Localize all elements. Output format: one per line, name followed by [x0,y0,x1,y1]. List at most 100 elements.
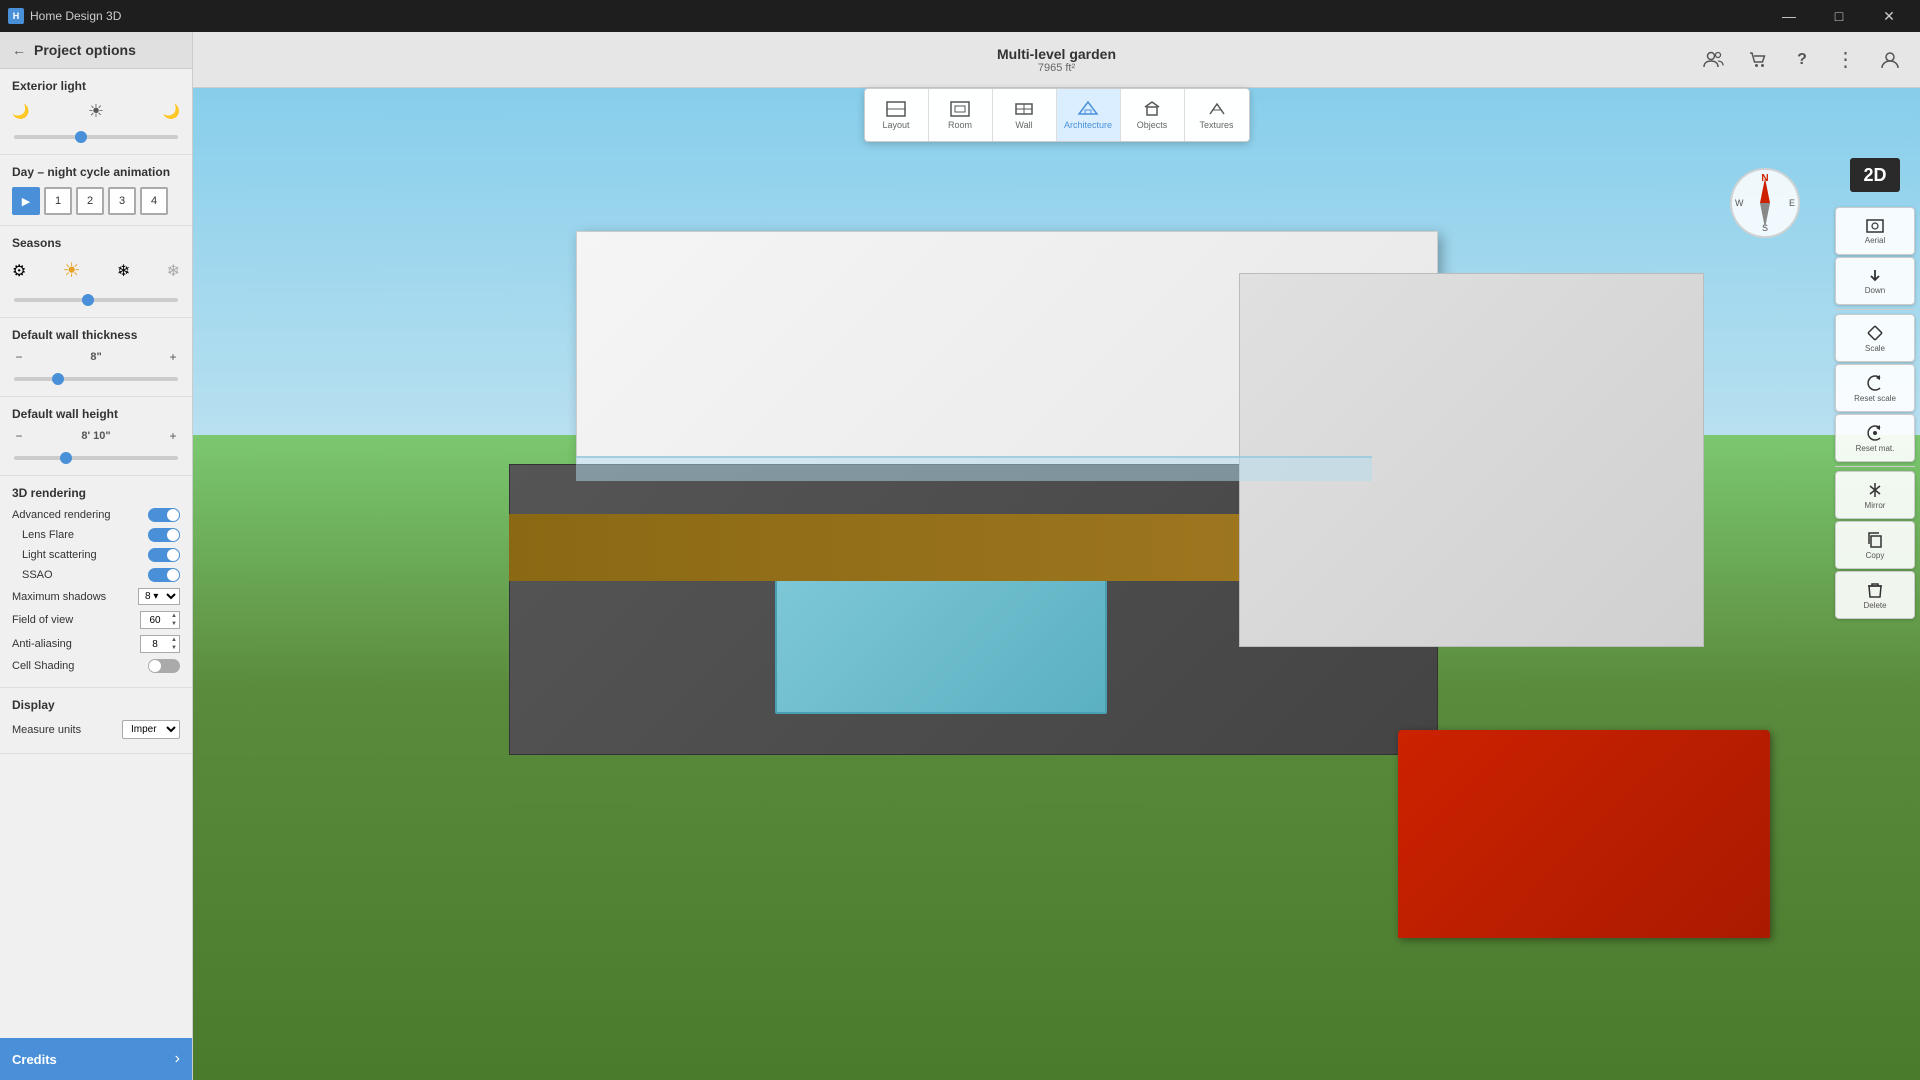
nav-btn-room[interactable]: Room [929,89,993,141]
seasons-slider-container[interactable] [12,289,180,307]
lens-flare-toggle[interactable] [148,528,180,542]
right-panel-divider-1 [1835,309,1915,310]
aa-up[interactable]: ▲ [169,636,179,644]
down-icon [1866,268,1884,284]
app-icon: H [8,8,24,24]
scale-button[interactable]: Scale [1835,314,1915,362]
season-icon-0[interactable]: ⚙ [12,261,26,281]
display-section: Display Measure units Imper Metric [0,688,192,754]
reset-mat-icon [1866,424,1884,442]
fov-down[interactable]: ▼ [169,620,179,628]
cycle-btn-0[interactable]: ▶ [12,187,40,215]
measure-units-row: Measure units Imper Metric [12,720,180,739]
anti-aliasing-row: Anti-aliasing ▲ ▼ [12,635,180,653]
season-icon-1[interactable]: ☀ [63,258,81,283]
reset-mat-button[interactable]: Reset mat. [1835,414,1915,462]
more-icon-btn[interactable]: ⋮ [1828,42,1864,78]
reset-scale-icon [1866,374,1884,392]
minimize-button[interactable]: — [1766,0,1812,32]
account-icon [1880,50,1900,70]
copy-button[interactable]: Copy [1835,521,1915,569]
season-icon-3[interactable]: ❄ [167,261,180,281]
delete-button[interactable]: Delete [1835,571,1915,619]
compass-needle [1755,178,1775,228]
viewport[interactable]: N S E W 2D Aerial [193,88,1920,1080]
close-button[interactable]: ✕ [1866,0,1912,32]
seasons-icons-row: ⚙ ☀ ❄ ❄ [12,258,180,283]
aerial-label: Aerial [1865,236,1885,245]
exterior-light-slider-container[interactable] [12,126,180,144]
ground-bg [193,435,1920,1080]
cycle-btn-3[interactable]: 3 [108,187,136,215]
nav-btn-textures-label: Textures [1199,120,1233,130]
advanced-rendering-toggle[interactable] [148,508,180,522]
nav-btn-wall-label: Wall [1015,120,1032,130]
fov-input[interactable] [141,613,169,628]
max-shadows-select[interactable]: 8 ▾ 4 16 [138,588,180,605]
wall-height-row: − 8' 10" + [12,429,180,443]
measure-units-label: Measure units [12,724,81,736]
back-arrow[interactable]: ← [12,42,26,58]
users-icon-btn[interactable] [1696,42,1732,78]
exterior-light-slider[interactable] [14,135,178,139]
light-icons-row: 🌙 ☀ 🌙 [12,101,180,122]
wall-height-slider-container[interactable] [12,447,180,465]
copy-icon [1866,531,1884,549]
seasons-section: Seasons ⚙ ☀ ❄ ❄ [0,226,192,318]
room-icon [949,100,971,118]
nav-btn-layout[interactable]: Layout [865,89,929,141]
credits-bar[interactable]: Credits › [0,1038,192,1080]
seasons-slider[interactable] [14,298,178,302]
wall-thickness-minus[interactable]: − [12,350,26,364]
fov-spinbox[interactable]: ▲ ▼ [140,611,180,629]
account-icon-btn[interactable] [1872,42,1908,78]
panel-header[interactable]: ← Project options [0,32,192,69]
down-button[interactable]: Down [1835,257,1915,305]
compass-needle-north [1760,178,1770,203]
mirror-label: Mirror [1865,501,1886,510]
aerial-icon [1865,218,1885,234]
rendering-section: 3D rendering Advanced rendering Lens Fla… [0,476,192,688]
anti-aliasing-spinbox[interactable]: ▲ ▼ [140,635,180,653]
compass-w-label: W [1735,198,1744,208]
wall-thickness-slider[interactable] [14,377,178,381]
advanced-rendering-label: Advanced rendering [12,509,110,521]
nav-btn-architecture[interactable]: Architecture [1057,89,1121,141]
ssao-toggle[interactable] [148,568,180,582]
nav-btn-wall[interactable]: Wall [993,89,1057,141]
wall-height-minus[interactable]: − [12,429,26,443]
cart-icon-btn[interactable] [1740,42,1776,78]
wall-thickness-slider-container[interactable] [12,368,180,386]
cycle-btn-2[interactable]: 2 [76,187,104,215]
nav-btn-textures[interactable]: Textures [1185,89,1249,141]
app-title: Home Design 3D [30,9,1766,23]
aerial-button[interactable]: Aerial [1835,207,1915,255]
wall-height-plus[interactable]: + [166,429,180,443]
anti-aliasing-input[interactable] [141,637,169,652]
toggle-knob-2 [167,529,179,541]
window-controls: — □ ✕ [1766,0,1912,32]
season-icon-2[interactable]: ❄ [117,261,130,281]
cycle-buttons-row: ▶ 1 2 3 4 [12,187,180,215]
maximize-button[interactable]: □ [1816,0,1862,32]
cell-shading-label: Cell Shading [12,660,74,672]
fov-up[interactable]: ▲ [169,612,179,620]
help-icon-btn[interactable]: ? [1784,42,1820,78]
cycle-btn-1[interactable]: 1 [44,187,72,215]
view-2d-button[interactable]: 2D [1850,158,1900,192]
architecture-icon [1077,100,1099,118]
aa-down[interactable]: ▼ [169,644,179,652]
reset-scale-button[interactable]: Reset scale [1835,364,1915,412]
wall-height-slider[interactable] [14,456,178,460]
measure-units-select[interactable]: Imper Metric [122,720,180,739]
wall-thickness-row: − 8" + [12,350,180,364]
wall-thickness-plus[interactable]: + [166,350,180,364]
down-label: Down [1865,286,1885,295]
top-right-icons: ? ⋮ [1696,42,1908,78]
mirror-button[interactable]: Mirror [1835,471,1915,519]
light-scattering-toggle[interactable] [148,548,180,562]
nav-btn-objects[interactable]: Objects [1121,89,1185,141]
title-bar: H Home Design 3D — □ ✕ [0,0,1920,32]
cell-shading-toggle[interactable] [148,659,180,673]
cycle-btn-4[interactable]: 4 [140,187,168,215]
